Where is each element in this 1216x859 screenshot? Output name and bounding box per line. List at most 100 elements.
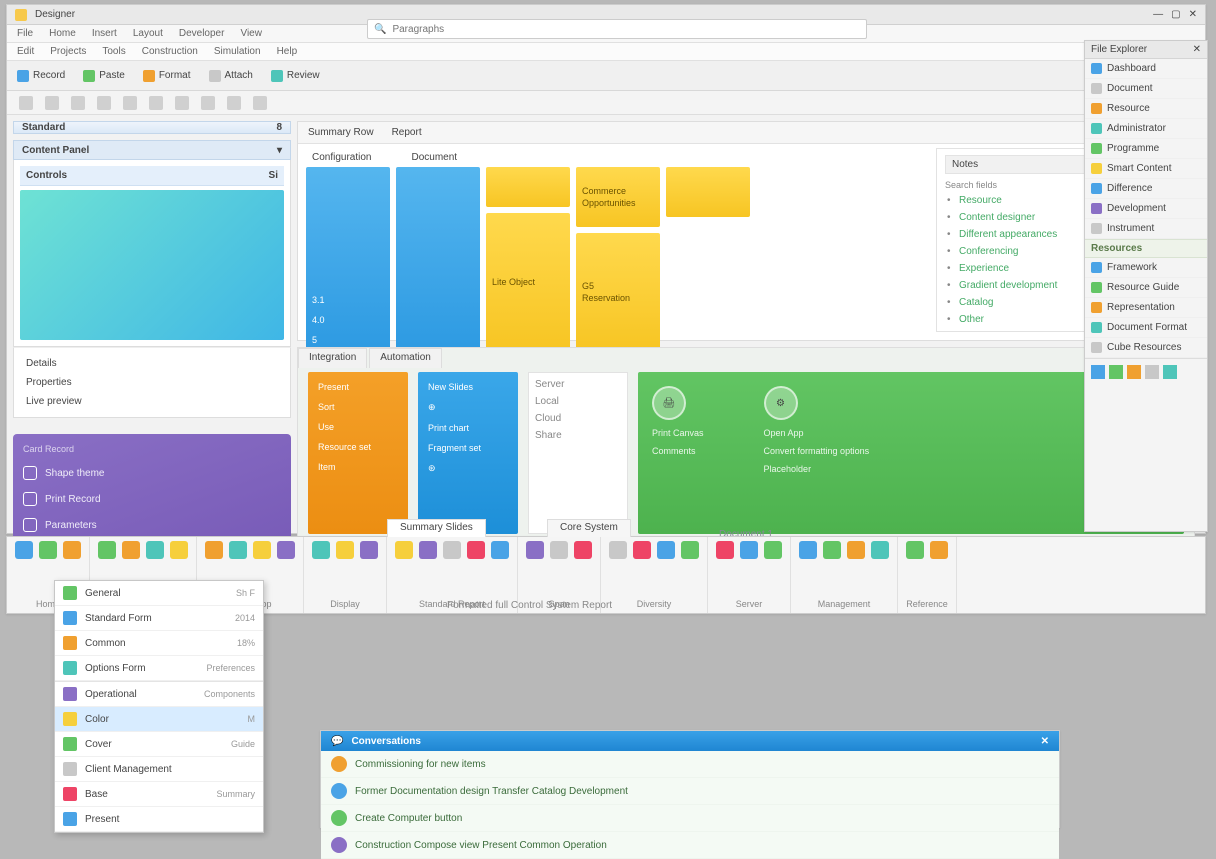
pp-item[interactable]: Dashboard — [1085, 59, 1207, 79]
pp-item[interactable]: Resource — [1085, 99, 1207, 119]
close-icon[interactable]: ✕ — [1189, 9, 1197, 20]
orange-card[interactable]: Present Sort Use Resource set Item — [308, 372, 408, 534]
ribbon-icon[interactable] — [930, 541, 948, 559]
tool-icon[interactable] — [1163, 365, 1177, 379]
close-icon[interactable]: ✕ — [1193, 44, 1201, 55]
tool-icon[interactable] — [1091, 365, 1105, 379]
ribbon-icon[interactable] — [467, 541, 485, 559]
menu-item[interactable]: Home — [49, 28, 76, 39]
menu-item[interactable]: Present — [55, 807, 263, 832]
ribbon-icon[interactable] — [419, 541, 437, 559]
nav-item[interactable]: Live preview — [20, 392, 284, 411]
menu-item[interactable]: ColorM — [55, 707, 263, 732]
ribbon-icon[interactable] — [764, 541, 782, 559]
blue-col[interactable]: 3.14.05 — [306, 167, 390, 351]
tool-icon[interactable] — [175, 96, 189, 110]
yellow-cell[interactable] — [486, 167, 570, 207]
ribbon-icon[interactable] — [681, 541, 699, 559]
tool-icon[interactable] — [149, 96, 163, 110]
yellow-cell[interactable]: Lite Object — [486, 213, 570, 351]
blue-card[interactable]: New Slides ⊕ Print chart Fragment set ⊛ — [418, 372, 518, 534]
menu-item[interactable]: Client Management — [55, 757, 263, 782]
menu-item[interactable]: Projects — [50, 46, 86, 57]
ribbon-icon[interactable] — [799, 541, 817, 559]
pp-item[interactable]: Representation — [1085, 298, 1207, 318]
min-icon[interactable]: — — [1153, 9, 1163, 20]
ribbon-icon[interactable] — [15, 541, 33, 559]
ribbon-icon[interactable] — [550, 541, 568, 559]
menu-item[interactable]: File — [17, 28, 33, 39]
nav-header[interactable]: Content Panel▾ — [13, 140, 291, 160]
tool-icon[interactable] — [1109, 365, 1123, 379]
card-row[interactable]: Print Record — [23, 492, 281, 506]
list-item[interactable]: Local — [535, 396, 621, 407]
pp-section[interactable]: Resources — [1085, 239, 1207, 258]
menu-item[interactable]: Construction — [142, 46, 198, 57]
ribbon-icon[interactable] — [98, 541, 116, 559]
ribbon-icon[interactable] — [63, 541, 81, 559]
ribbon-icon[interactable] — [526, 541, 544, 559]
nav-item[interactable]: Details — [20, 354, 284, 373]
max-icon[interactable]: ▢ — [1171, 9, 1180, 20]
ribbon-icon[interactable] — [395, 541, 413, 559]
nav-item[interactable]: ControlsSi — [20, 166, 284, 186]
chat-message[interactable]: Create Computer button — [321, 805, 1059, 832]
menu-item[interactable]: GeneralSh F — [55, 581, 263, 606]
ribbon-icon[interactable] — [253, 541, 271, 559]
menu-item[interactable]: OperationalComponents — [55, 682, 263, 707]
tool-icon[interactable] — [1145, 365, 1159, 379]
chat-header[interactable]: 💬Conversations ✕ — [321, 731, 1059, 751]
ribbon-icon[interactable] — [443, 541, 461, 559]
yellow-cell[interactable] — [666, 167, 750, 217]
ribbon-icon[interactable] — [574, 541, 592, 559]
menu-item[interactable]: BaseSummary — [55, 782, 263, 807]
ribbon-icon[interactable] — [740, 541, 758, 559]
search-box[interactable]: 🔍 — [367, 19, 867, 39]
ribbon-tab[interactable]: Summary Slides — [387, 519, 486, 537]
ribbon-btn[interactable]: Attach — [209, 70, 253, 82]
menu-item[interactable]: Developer — [179, 28, 225, 39]
ribbon-icon[interactable] — [146, 541, 164, 559]
ribbon-icon[interactable] — [871, 541, 889, 559]
card-row[interactable]: Parameters — [23, 518, 281, 532]
ribbon-icon[interactable] — [122, 541, 140, 559]
ribbon-icon[interactable] — [277, 541, 295, 559]
ribbon-btn[interactable]: Format — [143, 70, 191, 82]
search-input[interactable] — [392, 24, 860, 35]
ribbon-tab[interactable]: Core System — [547, 519, 631, 537]
doc-tab[interactable]: Report — [392, 127, 422, 138]
ribbon-btn[interactable]: Review — [271, 70, 320, 82]
pp-item[interactable]: Instrument — [1085, 219, 1207, 239]
tool-icon[interactable] — [123, 96, 137, 110]
chat-message[interactable]: Commissioning for new items — [321, 751, 1059, 778]
ribbon-icon[interactable] — [336, 541, 354, 559]
pp-item[interactable]: Resource Guide — [1085, 278, 1207, 298]
tool-icon[interactable] — [227, 96, 241, 110]
ribbon-icon[interactable] — [312, 541, 330, 559]
nav-item[interactable]: Properties — [20, 373, 284, 392]
menu-item[interactable]: Edit — [17, 46, 34, 57]
pp-item[interactable]: Programme — [1085, 139, 1207, 159]
chat-message[interactable]: Former Documentation design Transfer Cat… — [321, 778, 1059, 805]
ribbon-icon[interactable] — [609, 541, 627, 559]
collapse-icon[interactable]: ▾ — [277, 145, 282, 156]
menu-item[interactable]: Help — [277, 46, 298, 57]
pp-item[interactable]: Cube Resources — [1085, 338, 1207, 358]
ribbon-btn[interactable]: Paste — [83, 70, 125, 82]
ribbon-icon[interactable] — [39, 541, 57, 559]
pp-item[interactable]: Difference — [1085, 179, 1207, 199]
tool-icon[interactable] — [97, 96, 111, 110]
pp-item[interactable]: Framework — [1085, 258, 1207, 278]
list-item[interactable]: Cloud — [535, 413, 621, 424]
list-item[interactable]: Server — [535, 379, 621, 390]
menu-item[interactable]: Tools — [102, 46, 125, 57]
pp-item[interactable]: Document — [1085, 79, 1207, 99]
yellow-cell[interactable]: G5Reservation — [576, 233, 660, 351]
card-tab[interactable]: Automation — [369, 348, 442, 368]
list-item[interactable]: Share — [535, 430, 621, 441]
menu-item[interactable]: Options FormPreferences — [55, 656, 263, 681]
pp-item[interactable]: Document Format — [1085, 318, 1207, 338]
ribbon-icon[interactable] — [657, 541, 675, 559]
menu-item[interactable]: Common18% — [55, 631, 263, 656]
blue-col[interactable] — [396, 167, 480, 351]
